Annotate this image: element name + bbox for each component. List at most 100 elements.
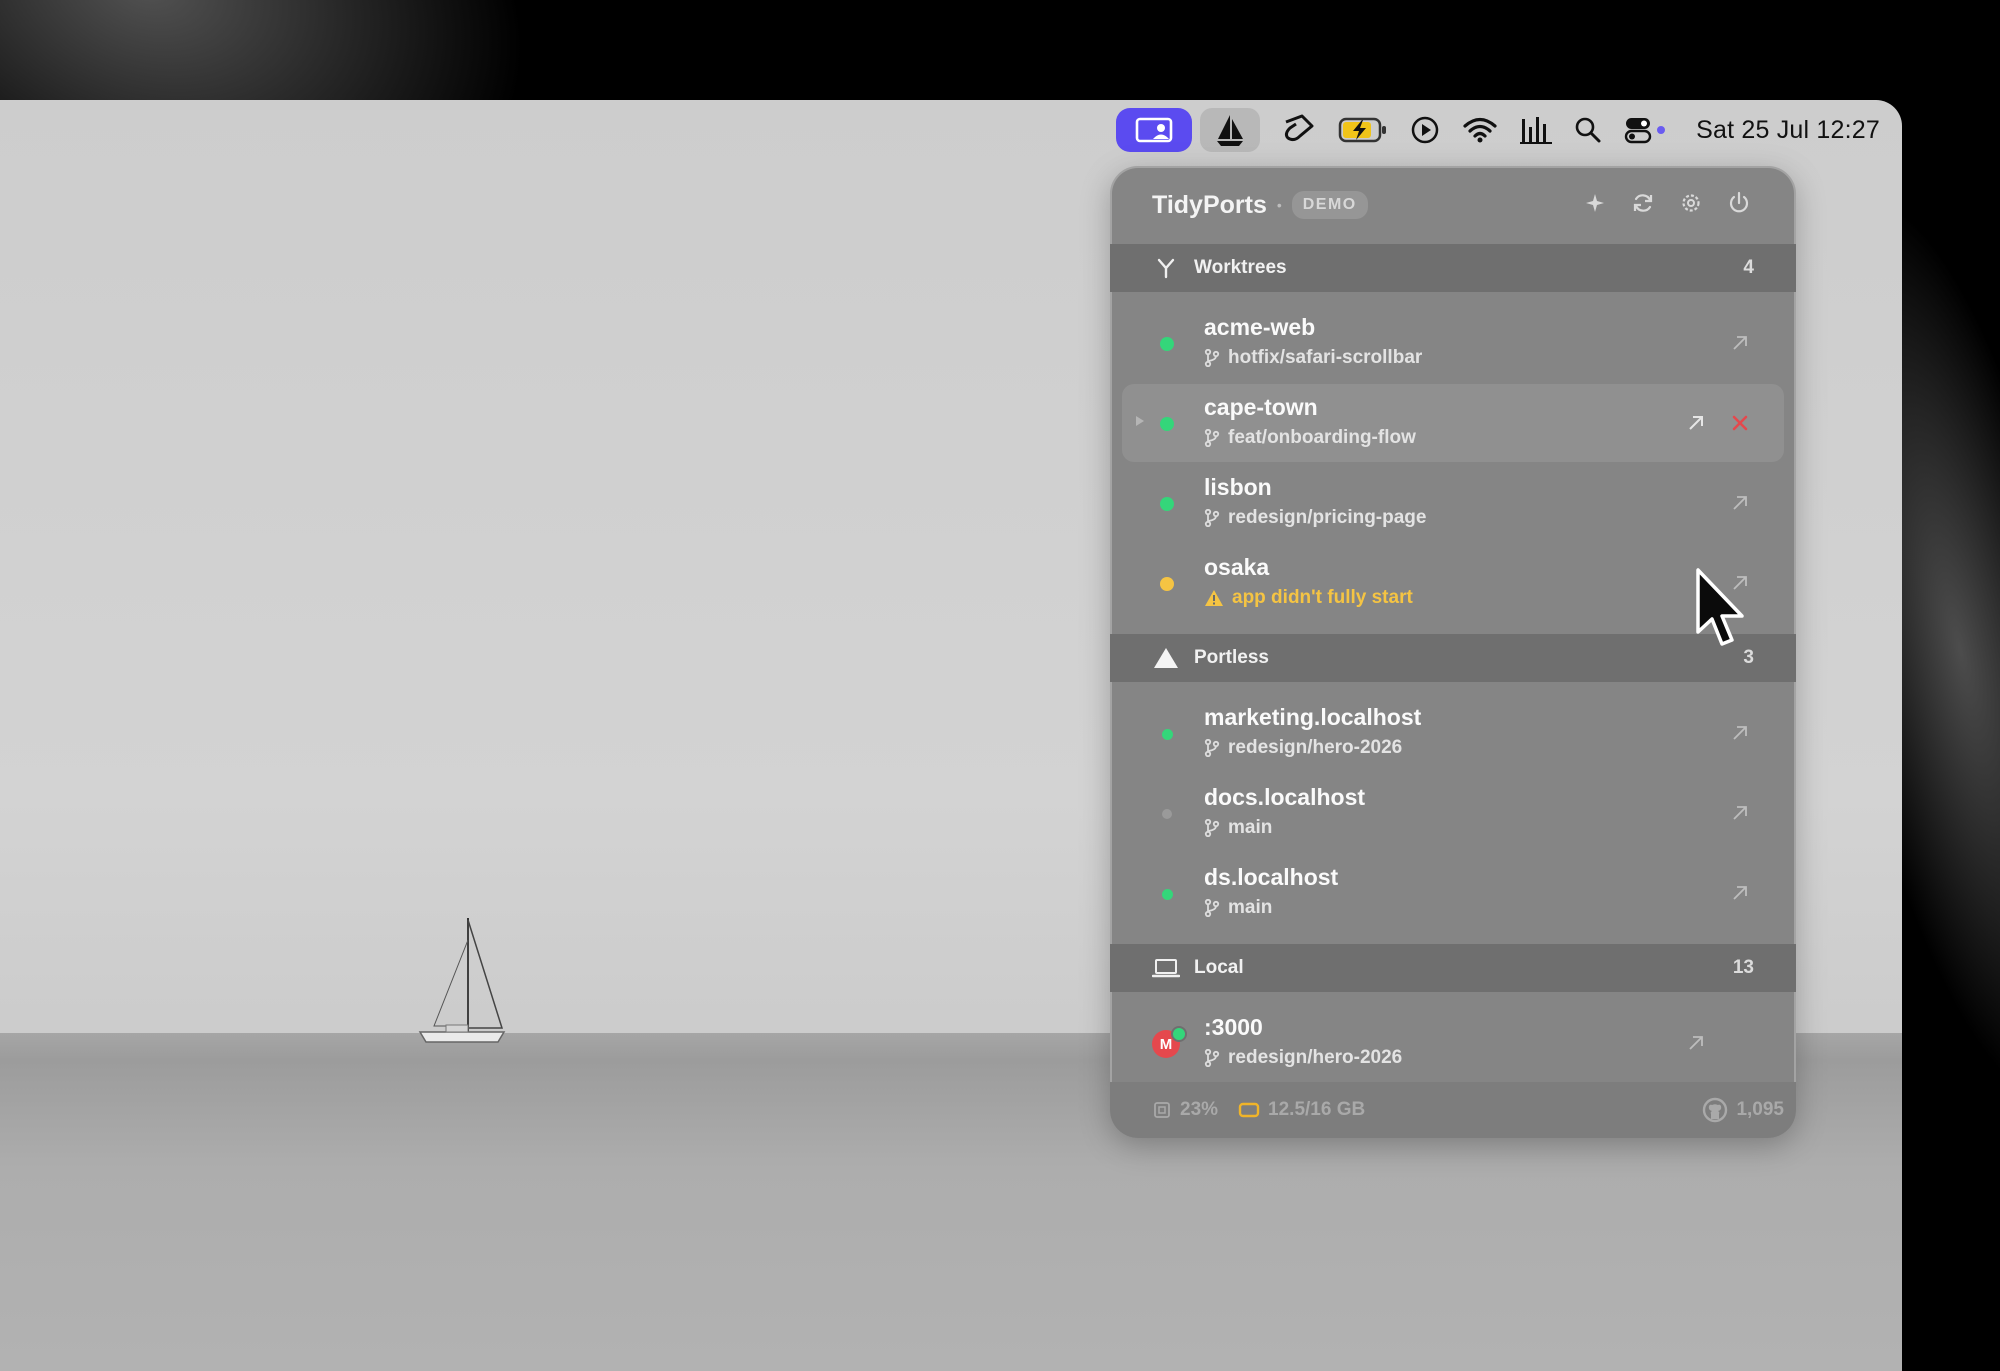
control-center-button[interactable]	[1624, 108, 1668, 152]
status-dot	[1171, 1026, 1187, 1042]
memory-icon	[1238, 1102, 1260, 1118]
chevron-right-icon[interactable]	[1134, 414, 1146, 428]
branch-label: main	[1228, 817, 1273, 838]
worktree-row-lisbon[interactable]: lisbon redesign/pricing-page	[1122, 464, 1784, 542]
mouse-pointer-icon	[1696, 568, 1744, 646]
git-branch-icon	[1204, 739, 1220, 757]
menu-bar-clock[interactable]: Sat 25 Jul 12:27	[1696, 116, 1880, 145]
status-dot	[1160, 497, 1174, 511]
laptop-icon	[1152, 954, 1180, 982]
audio-levels-button[interactable]	[1520, 108, 1553, 152]
git-branch-icon	[1204, 1049, 1220, 1067]
row-name: cape-town	[1204, 394, 1318, 420]
popover-footer: 23% 12.5/16 GB 1,095	[1110, 1082, 1796, 1138]
open-external-icon[interactable]	[1726, 799, 1754, 827]
wifi-icon	[1463, 117, 1497, 143]
memory-value: 12.5/16 GB	[1268, 1099, 1366, 1120]
branch-fork-icon	[1152, 254, 1180, 282]
tidyports-popover: TidyPorts • DEMO Worktrees 4 acme-web ho…	[1110, 166, 1796, 1138]
open-external-icon[interactable]	[1726, 719, 1754, 747]
github-icon	[1703, 1097, 1728, 1123]
open-external-icon[interactable]	[1682, 1029, 1710, 1057]
open-external-icon[interactable]	[1726, 489, 1754, 517]
hook-menu-button[interactable]	[1282, 108, 1316, 152]
sparkle-button[interactable]	[1580, 188, 1610, 218]
sparkle-icon	[1586, 194, 1604, 212]
title-separator: •	[1276, 197, 1282, 213]
spotlight-button[interactable]	[1574, 108, 1602, 152]
row-name: osaka	[1204, 554, 1270, 580]
row-branch: main	[1204, 817, 1272, 839]
avatar-letter: M	[1159, 1035, 1173, 1053]
quit-button[interactable]	[1724, 188, 1754, 218]
app-title: TidyPorts	[1152, 190, 1267, 219]
git-branch-icon	[1204, 819, 1220, 837]
section-label: Local	[1194, 957, 1244, 978]
row-branch: redesign/hero-2026	[1204, 1047, 1402, 1069]
gear-icon	[1682, 194, 1700, 212]
close-icon[interactable]	[1726, 409, 1754, 437]
portless-row-marketing[interactable]: marketing.localhost redesign/hero-2026	[1122, 694, 1784, 772]
cpu-value: 23%	[1180, 1099, 1219, 1120]
sailboat-wallpaper-image	[418, 918, 506, 1043]
play-circle-icon	[1411, 116, 1439, 144]
status-dot	[1162, 809, 1172, 819]
wifi-status[interactable]	[1462, 108, 1498, 152]
power-icon	[1729, 191, 1749, 213]
section-local[interactable]: Local 13	[1110, 944, 1796, 992]
section-label: Worktrees	[1194, 257, 1287, 278]
refresh-icon	[1633, 194, 1653, 212]
local-row-3000[interactable]: M :3000 redesign/hero-2026	[1122, 1004, 1784, 1082]
settings-button[interactable]	[1676, 188, 1706, 218]
open-external-icon[interactable]	[1726, 329, 1754, 357]
portless-row-docs[interactable]: docs.localhost main	[1122, 774, 1784, 852]
row-name: :3000	[1204, 1014, 1263, 1040]
section-worktrees[interactable]: Worktrees 4	[1110, 244, 1796, 292]
row-name: lisbon	[1204, 474, 1272, 500]
control-center-icon	[1624, 118, 1666, 144]
status-dot	[1162, 889, 1173, 900]
battery-charging-icon	[1338, 117, 1387, 143]
audio-levels-icon	[1520, 117, 1553, 144]
now-playing-button[interactable]	[1410, 108, 1440, 152]
row-name: docs.localhost	[1204, 784, 1366, 810]
row-branch: main	[1204, 897, 1272, 919]
row-name: marketing.localhost	[1204, 704, 1422, 730]
branch-label: redesign/hero-2026	[1228, 737, 1403, 758]
open-external-icon[interactable]	[1682, 409, 1710, 437]
battery-status[interactable]	[1338, 108, 1388, 152]
git-branch-icon	[1204, 899, 1220, 917]
tidyports-icon	[1135, 117, 1173, 143]
row-branch: feat/onboarding-flow	[1204, 427, 1416, 449]
refresh-button[interactable]	[1628, 188, 1658, 218]
worktree-row-osaka[interactable]: osaka app didn't fully start	[1122, 544, 1784, 622]
sailboat-icon	[1217, 115, 1244, 146]
worktree-row-cape-town[interactable]: cape-town feat/onboarding-flow	[1122, 384, 1784, 462]
branch-label: main	[1228, 897, 1273, 918]
memory-usage: 12.5/16 GB	[1238, 1099, 1365, 1121]
row-name: acme-web	[1204, 314, 1316, 340]
search-icon	[1575, 117, 1601, 143]
github-stars[interactable]: 1,095	[1702, 1097, 1784, 1123]
section-count: 4	[1743, 257, 1754, 278]
cpu-icon	[1154, 1102, 1170, 1118]
demo-badge: DEMO	[1291, 191, 1368, 219]
portless-row-ds[interactable]: ds.localhost main	[1122, 854, 1784, 932]
warning-icon	[1205, 590, 1223, 606]
git-branch-icon	[1204, 509, 1220, 527]
github-count: 1,095	[1736, 1099, 1784, 1120]
branch-label: redesign/hero-2026	[1228, 1047, 1403, 1068]
header-actions	[1580, 188, 1754, 218]
worktree-row-acme-web[interactable]: acme-web hotfix/safari-scrollbar	[1122, 304, 1784, 382]
open-external-icon[interactable]	[1726, 879, 1754, 907]
git-branch-icon	[1204, 349, 1220, 367]
cpu-usage: 23%	[1152, 1099, 1218, 1121]
warning-label: app didn't fully start	[1232, 587, 1413, 608]
sailboat-menu-button[interactable]	[1200, 108, 1261, 152]
row-branch: redesign/hero-2026	[1204, 737, 1402, 759]
hook-icon	[1285, 114, 1314, 142]
tidyports-menu-button[interactable]	[1116, 108, 1193, 152]
section-count: 13	[1732, 957, 1754, 978]
branch-label: redesign/pricing-page	[1228, 507, 1427, 528]
git-branch-icon	[1204, 429, 1220, 447]
